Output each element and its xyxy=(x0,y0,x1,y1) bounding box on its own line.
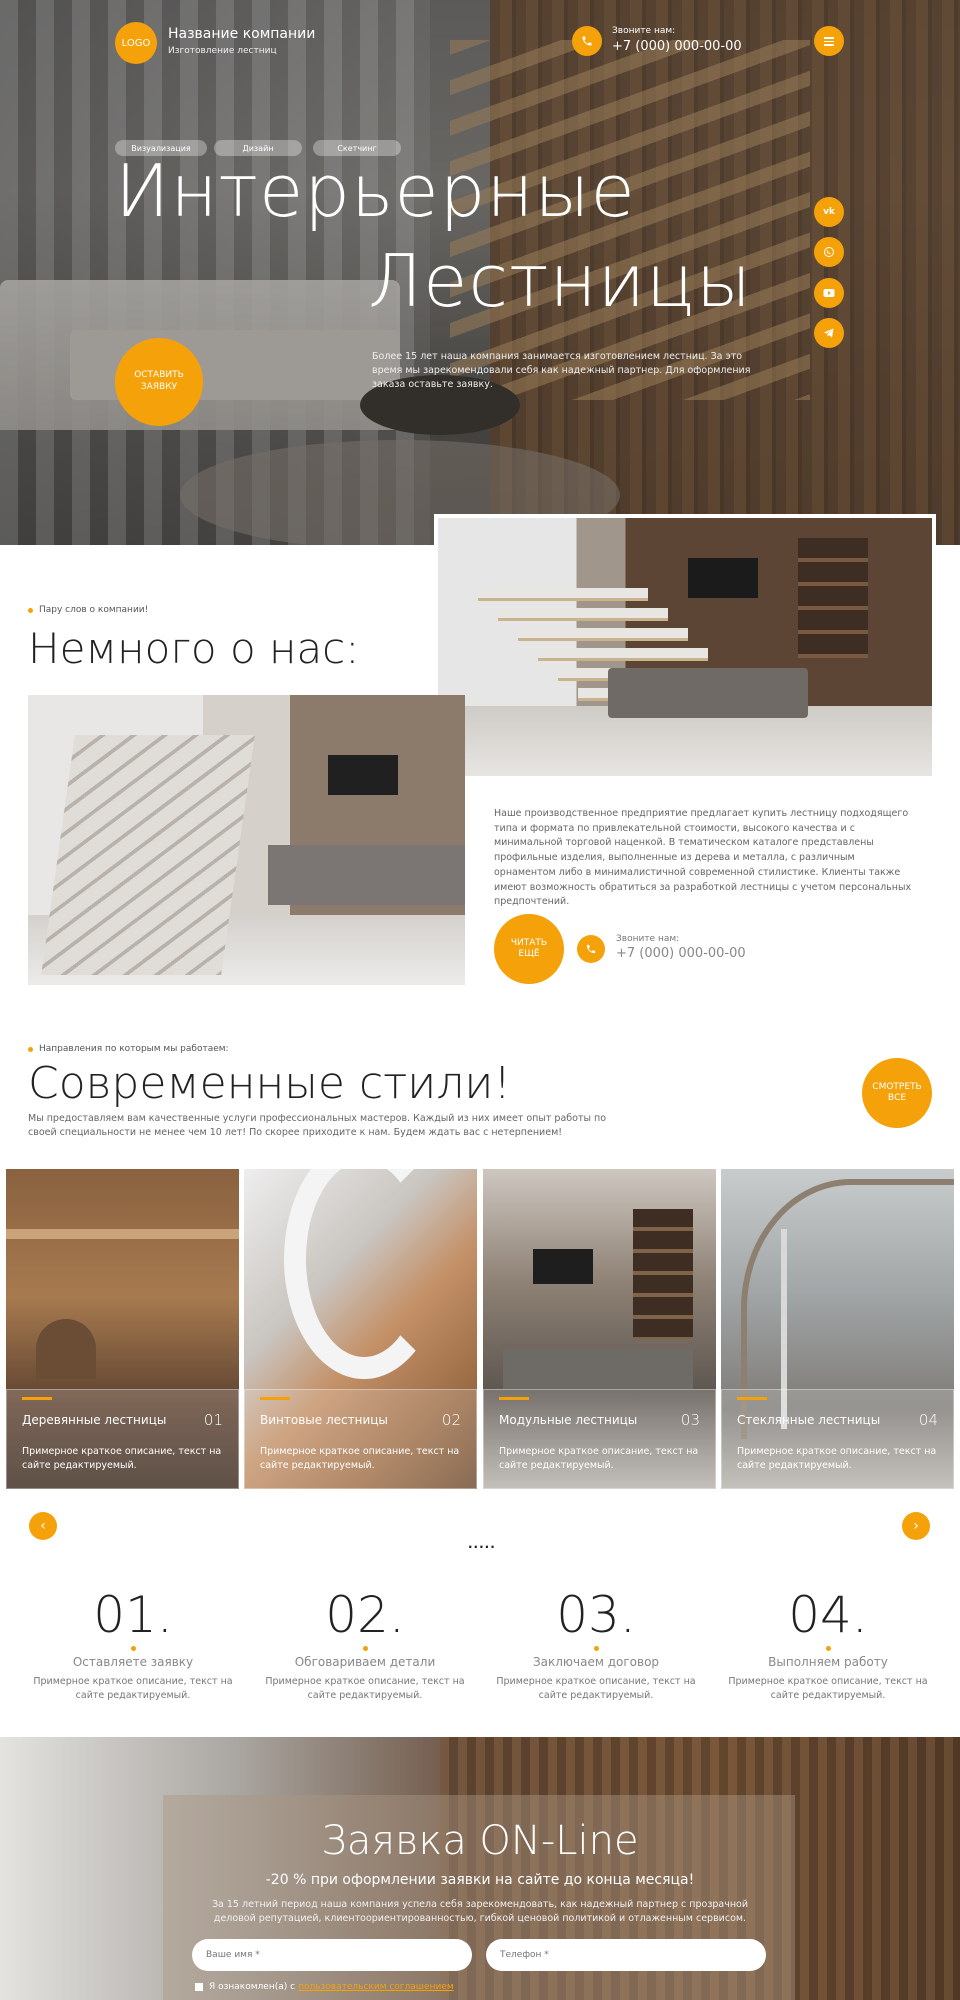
card-description: Примерное краткое описание, текст на сай… xyxy=(737,1446,937,1471)
step-title: Выполняем работу xyxy=(768,1655,888,1669)
step-dot xyxy=(362,1646,368,1651)
hero-title-line2: Лестницы xyxy=(368,239,753,323)
call-label: Звоните нам: xyxy=(612,26,676,36)
step-description: Примерное краткое описание, текст на сай… xyxy=(728,1676,928,1702)
carousel-next-arrow-icon[interactable]: › xyxy=(902,1512,930,1540)
style-card-glass[interactable]: Стеклянные лестницы 04 Примерное краткое… xyxy=(721,1169,954,1489)
step-description: Примерное краткое описание, текст на сай… xyxy=(496,1676,696,1702)
leave-request-button[interactable]: ОСТАВИТЬ ЗАЯВКУ xyxy=(115,338,203,426)
name-input[interactable] xyxy=(192,1939,472,1971)
step-1: 01. Оставляете заявку Примерное краткое … xyxy=(23,1590,243,1704)
card-description: Примерное краткое описание, текст на сай… xyxy=(22,1446,222,1471)
card-title: Стеклянные лестницы xyxy=(737,1413,881,1427)
phone-icon[interactable] xyxy=(572,26,602,56)
step-number: 04. xyxy=(788,1586,868,1644)
styles-eyebrow: Направления по которым мы работаем: xyxy=(28,1044,229,1054)
step-number: 02. xyxy=(325,1586,405,1644)
hero-title-line1: Интерьерные xyxy=(115,149,636,233)
read-more-button[interactable]: ЧИТАТЬ ЕЩЁ xyxy=(494,914,564,984)
step-number: 01. xyxy=(93,1586,173,1644)
online-request-section xyxy=(0,1737,960,2000)
step-dot xyxy=(593,1646,599,1651)
header-phone-number[interactable]: +7 (000) 000-00-00 xyxy=(612,39,742,54)
carousel-pagination[interactable]: ..... xyxy=(468,1537,496,1551)
style-card-wooden[interactable]: Деревянные лестницы 01 Примерное краткое… xyxy=(6,1169,239,1489)
form-discount-subtitle: -20 % при оформлении заявки на сайте до … xyxy=(265,1872,695,1888)
see-all-button[interactable]: СМОТРЕТЬ ВСЕ xyxy=(862,1058,932,1128)
card-title: Модульные лестницы xyxy=(499,1413,638,1427)
form-text: За 15 летний период наша компания успела… xyxy=(211,1899,749,1925)
step-3: 03. Заключаем договор Примерное краткое … xyxy=(486,1590,706,1704)
agreement-text: Я ознакомлен(а) с xyxy=(209,1982,296,1992)
style-card-spiral[interactable]: Винтовые лестницы 02 Примерное краткое о… xyxy=(244,1169,477,1489)
youtube-icon[interactable] xyxy=(814,278,844,308)
about-text: Наше производственное предприятие предла… xyxy=(494,808,912,908)
agreement-checkbox[interactable] xyxy=(195,1983,203,1991)
card-title: Винтовые лестницы xyxy=(260,1413,388,1427)
step-dot xyxy=(130,1646,136,1651)
about-eyebrow: Пару слов о компании! xyxy=(28,605,148,615)
about-call-label: Звоните нам: xyxy=(616,934,680,944)
step-description: Примерное краткое описание, текст на сай… xyxy=(265,1676,465,1702)
form-title: Заявка ON-Line xyxy=(321,1818,639,1864)
step-dot xyxy=(825,1646,831,1651)
step-2: 02. Обговариваем детали Примерное кратко… xyxy=(255,1590,475,1704)
step-title: Обговариваем детали xyxy=(294,1655,436,1669)
telegram-icon[interactable] xyxy=(814,318,844,348)
menu-icon[interactable] xyxy=(814,26,844,56)
phone-icon[interactable] xyxy=(577,935,605,963)
step-title: Оставляете заявку xyxy=(72,1655,194,1669)
hero-description: Более 15 лет наша компания занимается из… xyxy=(372,351,751,390)
card-number: 01 xyxy=(203,1411,223,1429)
about-title: Немного о нас: xyxy=(28,624,360,673)
card-description: Примерное краткое описание, текст на сай… xyxy=(499,1446,699,1471)
vk-icon[interactable]: vk xyxy=(814,197,844,227)
style-card-modular[interactable]: Модульные лестницы 03 Примерное краткое … xyxy=(483,1169,716,1489)
logo[interactable]: LOGO xyxy=(115,22,157,64)
about-photo-staircase xyxy=(434,514,936,780)
about-photo-living-room xyxy=(28,695,465,985)
company-name: Название компании xyxy=(168,26,316,42)
card-description: Примерное краткое описание, текст на сай… xyxy=(260,1446,460,1471)
styles-title: Современные стили! xyxy=(28,1058,512,1109)
card-number: 04 xyxy=(918,1411,938,1429)
about-phone-number[interactable]: +7 (000) 000-00-00 xyxy=(616,946,746,961)
step-description: Примерное краткое описание, текст на сай… xyxy=(33,1676,233,1702)
hero-section: LOGO Название компании Изготовление лест… xyxy=(0,0,960,545)
agreement-link[interactable]: пользовательским соглашением xyxy=(298,1982,454,1992)
step-number: 03. xyxy=(556,1586,636,1644)
card-number: 02 xyxy=(441,1411,461,1429)
step-title: Заключаем договор xyxy=(532,1655,660,1669)
agreement-row: Я ознакомлен(а) с пользовательским согла… xyxy=(195,1982,454,1992)
card-title: Деревянные лестницы xyxy=(22,1413,167,1427)
card-number: 03 xyxy=(680,1411,700,1429)
whatsapp-icon[interactable] xyxy=(814,237,844,267)
phone-input[interactable] xyxy=(486,1939,766,1971)
company-tagline: Изготовление лестниц xyxy=(168,46,277,56)
step-4: 04. Выполняем работу Примерное краткое о… xyxy=(718,1590,938,1704)
carousel-prev-arrow-icon[interactable]: ‹ xyxy=(29,1512,57,1540)
styles-description: Мы предоставляем вам качественные услуги… xyxy=(28,1113,607,1139)
